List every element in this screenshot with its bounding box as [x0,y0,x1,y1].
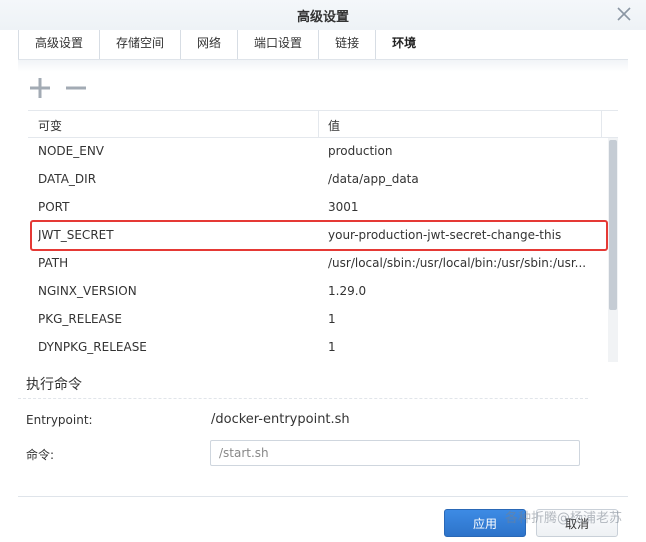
env-variable: JWT_SECRET [38,228,114,242]
env-value: /data/app_data [328,172,419,186]
env-value: 1.29.0 [328,284,367,298]
header-value[interactable]: 值 [328,117,340,134]
table-row[interactable]: PORT 3001 [28,194,608,222]
env-variable: NGINX_VERSION [38,284,137,298]
tab-shadow [18,60,628,72]
env-table-header: 可变 值 [28,110,618,138]
env-value: production [328,144,393,158]
dialog-titlebar: 高级设置 [0,0,646,30]
env-variable: DYNPKG_RELEASE [38,340,147,354]
table-row[interactable]: JWT_SECRET your-production-jwt-secret-ch… [28,222,608,250]
footer-divider [18,496,628,497]
env-value: 1 [328,312,336,326]
env-value: /usr/local/sbin:/usr/local/bin:/usr/sbin… [328,256,587,270]
tab-bar: 高级设置 存储空间 网络 端口设置 链接 环境 [18,30,432,61]
command-label: 命令: [26,448,55,462]
close-icon[interactable] [614,4,634,24]
tab-environment[interactable]: 环境 [375,30,432,61]
tab-port-settings[interactable]: 端口设置 [237,30,318,60]
entrypoint-value: /docker-entrypoint.sh [211,412,350,427]
watermark-text: 各种折腾@杨浦老苏 [505,511,623,526]
entrypoint-label: Entrypoint: [26,413,93,427]
table-row[interactable]: DYNPKG_RELEASE 1 [28,334,608,362]
command-input[interactable] [210,440,580,466]
tab-links[interactable]: 链接 [318,30,375,60]
env-value: 3001 [328,200,359,214]
env-variable: PORT [38,200,70,214]
env-value: your-production-jwt-secret-change-this [328,228,562,242]
table-row[interactable]: PKG_RELEASE 1 [28,306,608,334]
env-table-body: NODE_ENV production DATA_DIR /data/app_d… [28,138,608,362]
execute-command-title: 执行命令 [26,377,82,393]
env-variable: PATH [38,256,69,270]
env-variable: NODE_ENV [38,144,105,158]
tab-advanced-settings[interactable]: 高级设置 [18,30,99,60]
tab-network[interactable]: 网络 [180,30,237,60]
table-row[interactable]: NGINX_VERSION 1.29.0 [28,278,608,306]
plus-icon[interactable] [28,76,52,100]
dialog-title: 高级设置 [296,10,349,25]
table-row[interactable]: NODE_ENV production [28,138,608,166]
header-divider [318,111,319,137]
tab-storage[interactable]: 存储空间 [99,30,180,60]
table-row[interactable]: PATH /usr/local/sbin:/usr/local/bin:/usr… [28,250,608,278]
header-variable[interactable]: 可变 [38,117,62,134]
section-divider [18,398,588,399]
env-variable: DATA_DIR [38,172,97,186]
minus-icon[interactable] [64,76,88,100]
table-row[interactable]: DATA_DIR /data/app_data [28,166,608,194]
env-value: 1 [328,340,336,354]
header-divider [601,111,602,137]
env-variable: PKG_RELEASE [38,312,122,326]
table-scrollbar-thumb[interactable] [609,140,617,310]
